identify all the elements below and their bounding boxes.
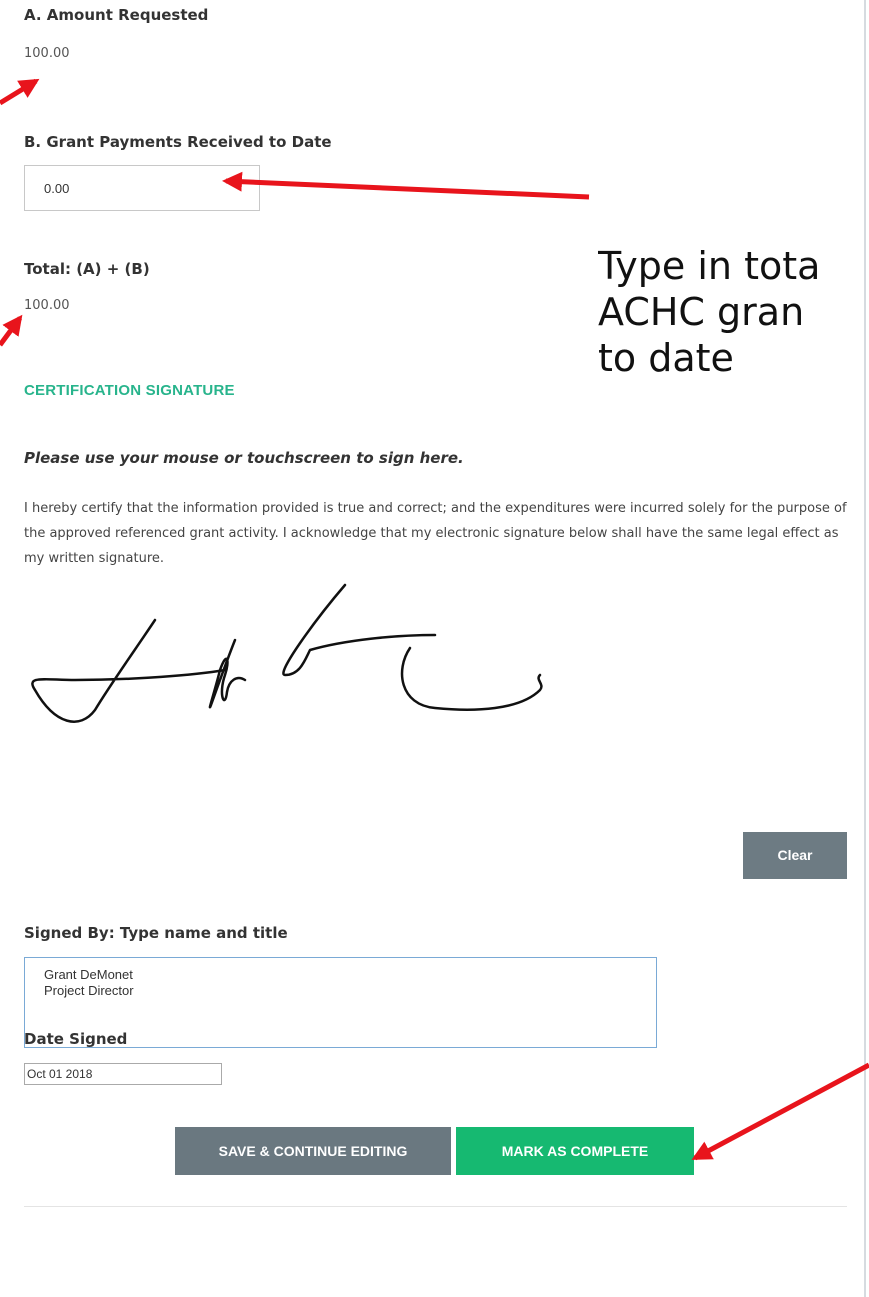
annotation-text: Type in tota ACHC gran to date: [598, 243, 869, 393]
date-signed-label: Date Signed: [24, 1030, 128, 1048]
save-continue-button[interactable]: SAVE & CONTINUE EDITING: [175, 1127, 451, 1175]
date-signed-input[interactable]: [24, 1063, 222, 1085]
signature-pad[interactable]: [15, 580, 565, 740]
signature-instruction: Please use your mouse or touchscreen to …: [24, 449, 464, 467]
divider: [24, 1206, 847, 1207]
annotation-line: Type in tota: [598, 244, 821, 288]
grant-payments-label: B. Grant Payments Received to Date: [24, 133, 332, 151]
certification-text: I hereby certify that the information pr…: [24, 501, 847, 566]
amount-requested-label: A. Amount Requested: [24, 6, 209, 24]
total-value: 100.00: [24, 298, 70, 313]
mark-complete-button[interactable]: MARK AS COMPLETE: [456, 1127, 694, 1175]
clear-signature-button[interactable]: Clear: [743, 832, 847, 879]
total-label: Total: (A) + (B): [24, 260, 150, 278]
certification-heading: CERTIFICATION SIGNATURE: [24, 382, 235, 399]
annotation-line: ACHC gran: [598, 290, 805, 334]
signed-by-label: Signed By: Type name and title: [24, 924, 288, 942]
grant-payments-input[interactable]: [24, 165, 260, 211]
amount-requested-value: 100.00: [24, 46, 70, 61]
annotation-line: to date: [598, 336, 734, 380]
